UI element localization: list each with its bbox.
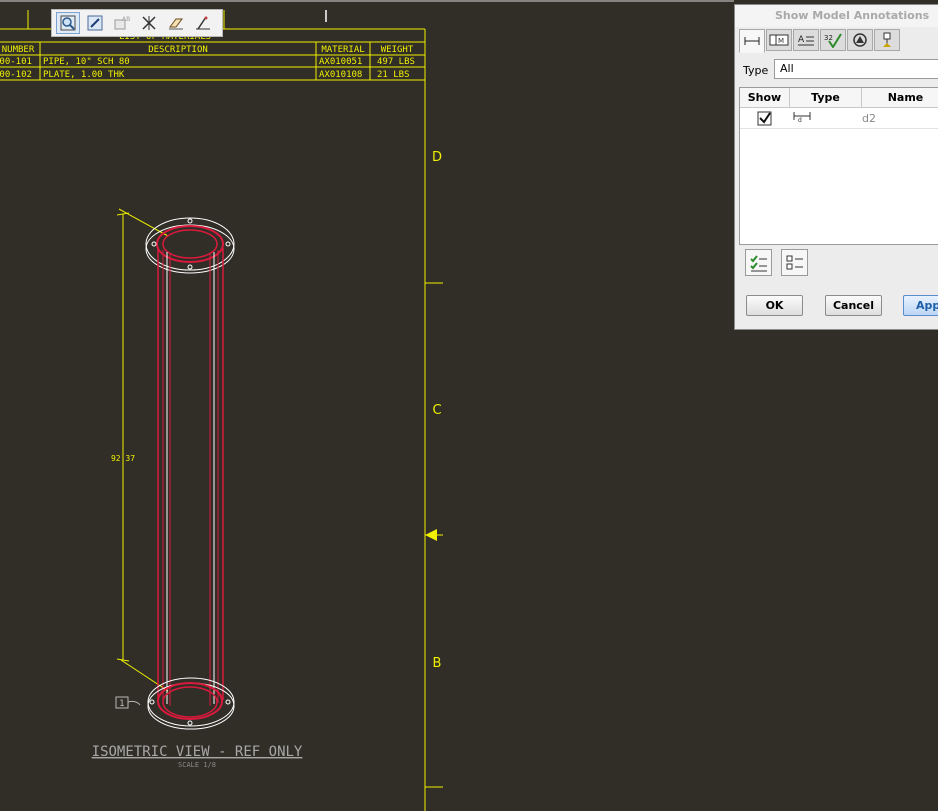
dimension-92-37[interactable] bbox=[116, 208, 169, 692]
table-row[interactable] bbox=[740, 108, 790, 129]
gtol-tab[interactable]: M bbox=[766, 29, 792, 51]
svg-text:A: A bbox=[798, 35, 805, 45]
pipe-model[interactable] bbox=[145, 217, 235, 730]
bom-cell-description: PLATE, 1.00 THK bbox=[43, 70, 125, 80]
bom-cell-number: 200-101 bbox=[0, 57, 32, 67]
datum-tab[interactable] bbox=[874, 29, 900, 51]
bom-header-material: MATERIAL bbox=[321, 45, 364, 55]
bom-header-weight: WEIGHT bbox=[381, 45, 414, 55]
column-show[interactable]: Show bbox=[740, 88, 790, 108]
bom-cell-number: 200-102 bbox=[0, 70, 32, 80]
center-marker-arrow bbox=[425, 529, 437, 541]
balloon-number: 1 bbox=[119, 699, 125, 709]
dialog-title: Show Model Annotations bbox=[735, 5, 938, 27]
bom-header-description: DESCRIPTION bbox=[148, 45, 208, 55]
show-model-annotations-dialog: Show Model Annotations M A 32 Type All S… bbox=[734, 4, 938, 330]
show-checkbox[interactable] bbox=[740, 108, 790, 128]
type-label: Type bbox=[743, 64, 769, 77]
deselect-all-button[interactable] bbox=[781, 249, 808, 276]
view-scale: SCALE 1/8 bbox=[178, 761, 216, 769]
view-label: ISOMETRIC VIEW - REF ONLY bbox=[92, 744, 303, 760]
zone-label-b: B bbox=[433, 656, 442, 671]
annotation-tabs: M A 32 bbox=[739, 29, 901, 53]
bom-cell-weight: 497 LBS bbox=[377, 57, 415, 67]
zoom-icon[interactable] bbox=[56, 12, 80, 34]
dimension-type-icon: d bbox=[790, 108, 862, 129]
column-name[interactable]: Name bbox=[862, 88, 938, 108]
svg-text:AB: AB bbox=[122, 16, 130, 23]
ok-button[interactable]: OK bbox=[746, 295, 803, 316]
annotations-table: Show Type Name d d2 bbox=[739, 87, 938, 245]
surface-finish-value: 32 bbox=[824, 34, 833, 42]
annotation-name: d2 bbox=[862, 108, 938, 129]
item-balloon[interactable]: 1 bbox=[115, 696, 141, 709]
drawing-frame bbox=[0, 10, 443, 811]
symbol-tab[interactable] bbox=[847, 29, 873, 51]
zone-label-c: C bbox=[432, 403, 441, 418]
select-all-button[interactable] bbox=[745, 249, 772, 276]
bom-cell-material: AX010108 bbox=[319, 70, 362, 80]
dimension-tab[interactable] bbox=[739, 29, 765, 53]
dimension-value: 92.37 bbox=[111, 454, 135, 463]
drafting-icon[interactable] bbox=[191, 12, 215, 34]
column-type[interactable]: Type bbox=[790, 88, 862, 108]
bom-cell-description: PIPE, 10" SCH 80 bbox=[43, 57, 130, 67]
bom-cell-weight: 21 LBS bbox=[377, 70, 410, 80]
svg-text:d: d bbox=[798, 117, 802, 124]
bom-header-number: NUMBER bbox=[2, 45, 35, 55]
type-select[interactable]: All bbox=[774, 59, 938, 79]
svg-text:M: M bbox=[778, 37, 784, 45]
edit-sketch-icon[interactable] bbox=[83, 12, 107, 34]
surface-finish-tab[interactable]: 32 bbox=[820, 29, 846, 51]
notes-tab[interactable]: A bbox=[793, 29, 819, 51]
eraser-icon[interactable] bbox=[164, 12, 188, 34]
apply-button[interactable]: Apply bbox=[903, 295, 938, 316]
bom-cell-material: AX010051 bbox=[319, 57, 362, 67]
floating-toolbar: AB bbox=[51, 9, 223, 37]
zone-label-d: D bbox=[432, 150, 442, 165]
cross-symbol-icon[interactable] bbox=[137, 12, 161, 34]
text-style-icon[interactable]: AB bbox=[110, 12, 134, 34]
cancel-button[interactable]: Cancel bbox=[825, 295, 882, 316]
